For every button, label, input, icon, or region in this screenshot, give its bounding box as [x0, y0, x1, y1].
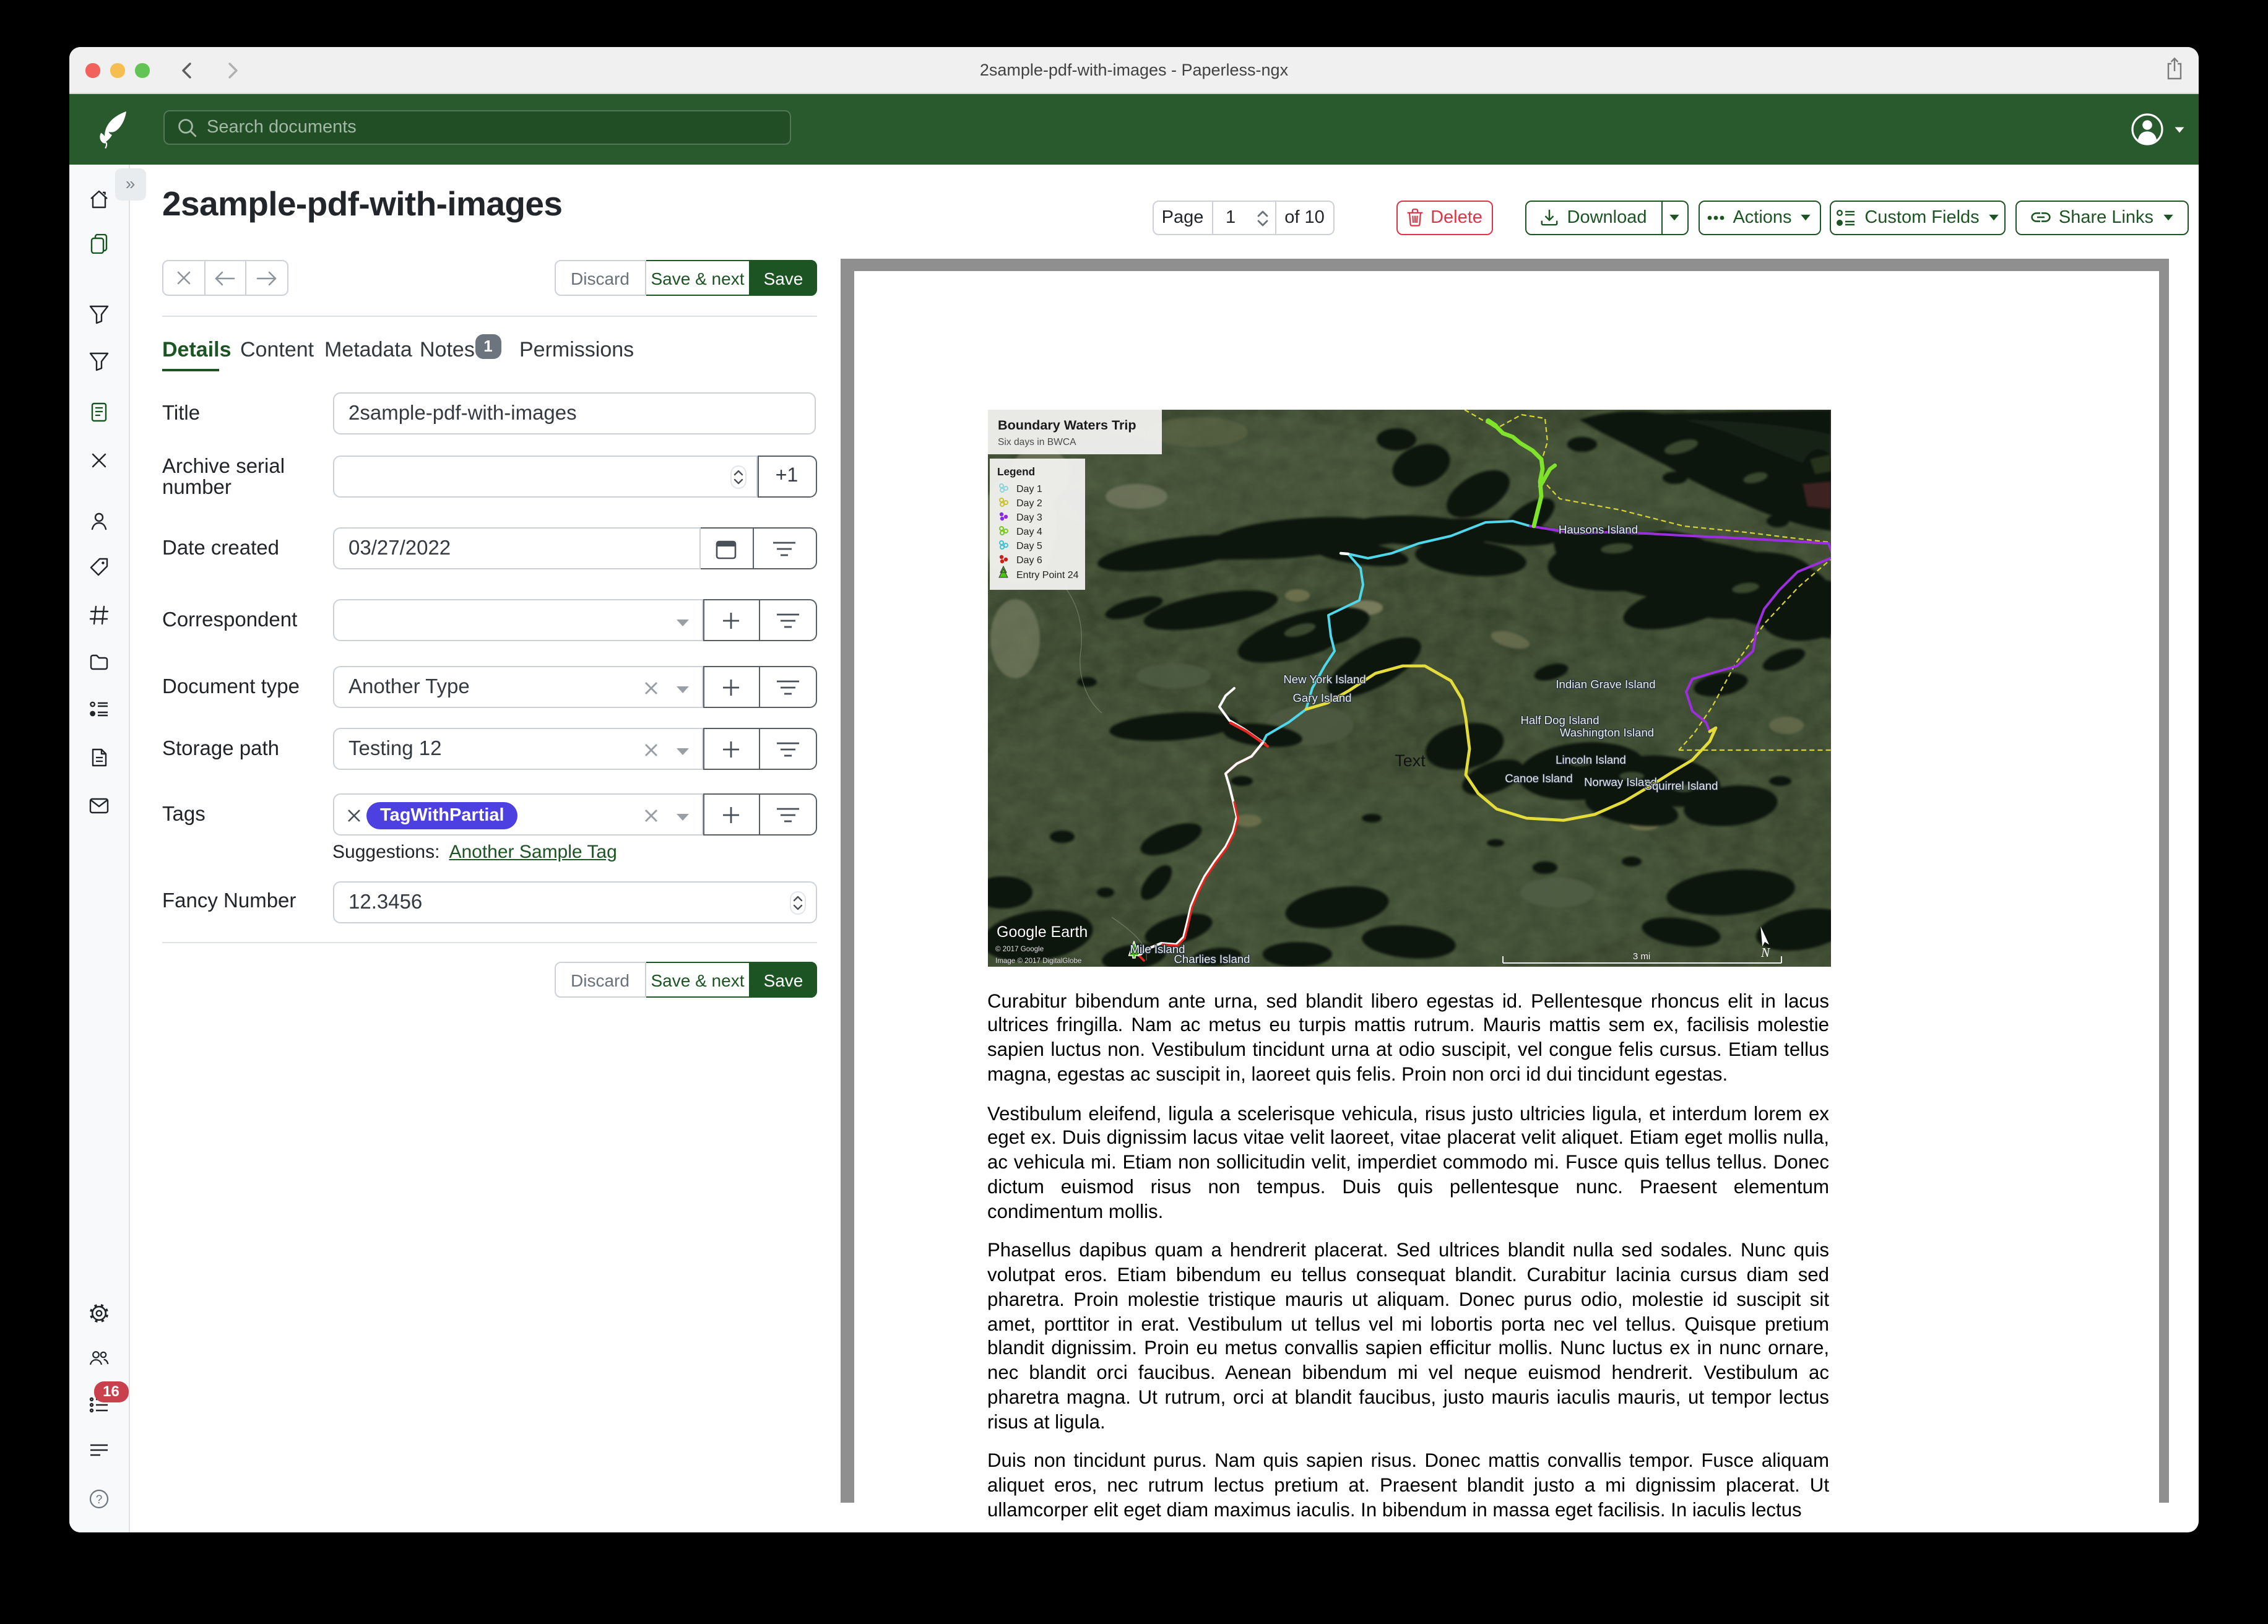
svg-text:Google Earth: Google Earth — [996, 923, 1087, 940]
svg-text:3 mi: 3 mi — [1632, 951, 1650, 961]
svg-text:Text: Text — [1394, 751, 1425, 769]
svg-text:Boundary Waters Trip: Boundary Waters Trip — [997, 417, 1136, 432]
svg-text:?: ? — [96, 1493, 103, 1506]
svg-text:Day 3: Day 3 — [1016, 512, 1042, 522]
svg-text:Charlies Island: Charlies Island — [1174, 952, 1250, 965]
svg-text:© 2017 Google: © 2017 Google — [995, 944, 1043, 952]
svg-text:Day 5: Day 5 — [1016, 540, 1042, 551]
svg-text:Entry Point 24: Entry Point 24 — [1016, 569, 1078, 580]
svg-text:Day 2: Day 2 — [1016, 498, 1042, 508]
svg-text:Squirrel Island: Squirrel Island — [1644, 779, 1718, 792]
svg-text:Day 4: Day 4 — [1016, 526, 1042, 537]
svg-text:N: N — [1760, 944, 1770, 959]
svg-text:Gary Island: Gary Island — [1292, 691, 1351, 704]
svg-text:Hausons Island: Hausons Island — [1558, 522, 1637, 535]
svg-text:New York Island: New York Island — [1283, 672, 1365, 685]
svg-text:Six days in BWCA: Six days in BWCA — [997, 436, 1076, 447]
svg-text:Indian Grave Island: Indian Grave Island — [1555, 677, 1655, 690]
svg-text:Image © 2017 DigitalGlobe: Image © 2017 DigitalGlobe — [995, 956, 1081, 964]
svg-text:Washington Island: Washington Island — [1559, 725, 1653, 738]
svg-text:Lincoln Island: Lincoln Island — [1555, 753, 1625, 766]
svg-text:Day 1: Day 1 — [1016, 483, 1042, 494]
svg-text:Legend: Legend — [997, 465, 1034, 477]
svg-text:Half Dog Island: Half Dog Island — [1520, 713, 1598, 726]
svg-text:Day 6: Day 6 — [1016, 555, 1042, 565]
svg-text:Canoe Island: Canoe Island — [1504, 771, 1572, 784]
